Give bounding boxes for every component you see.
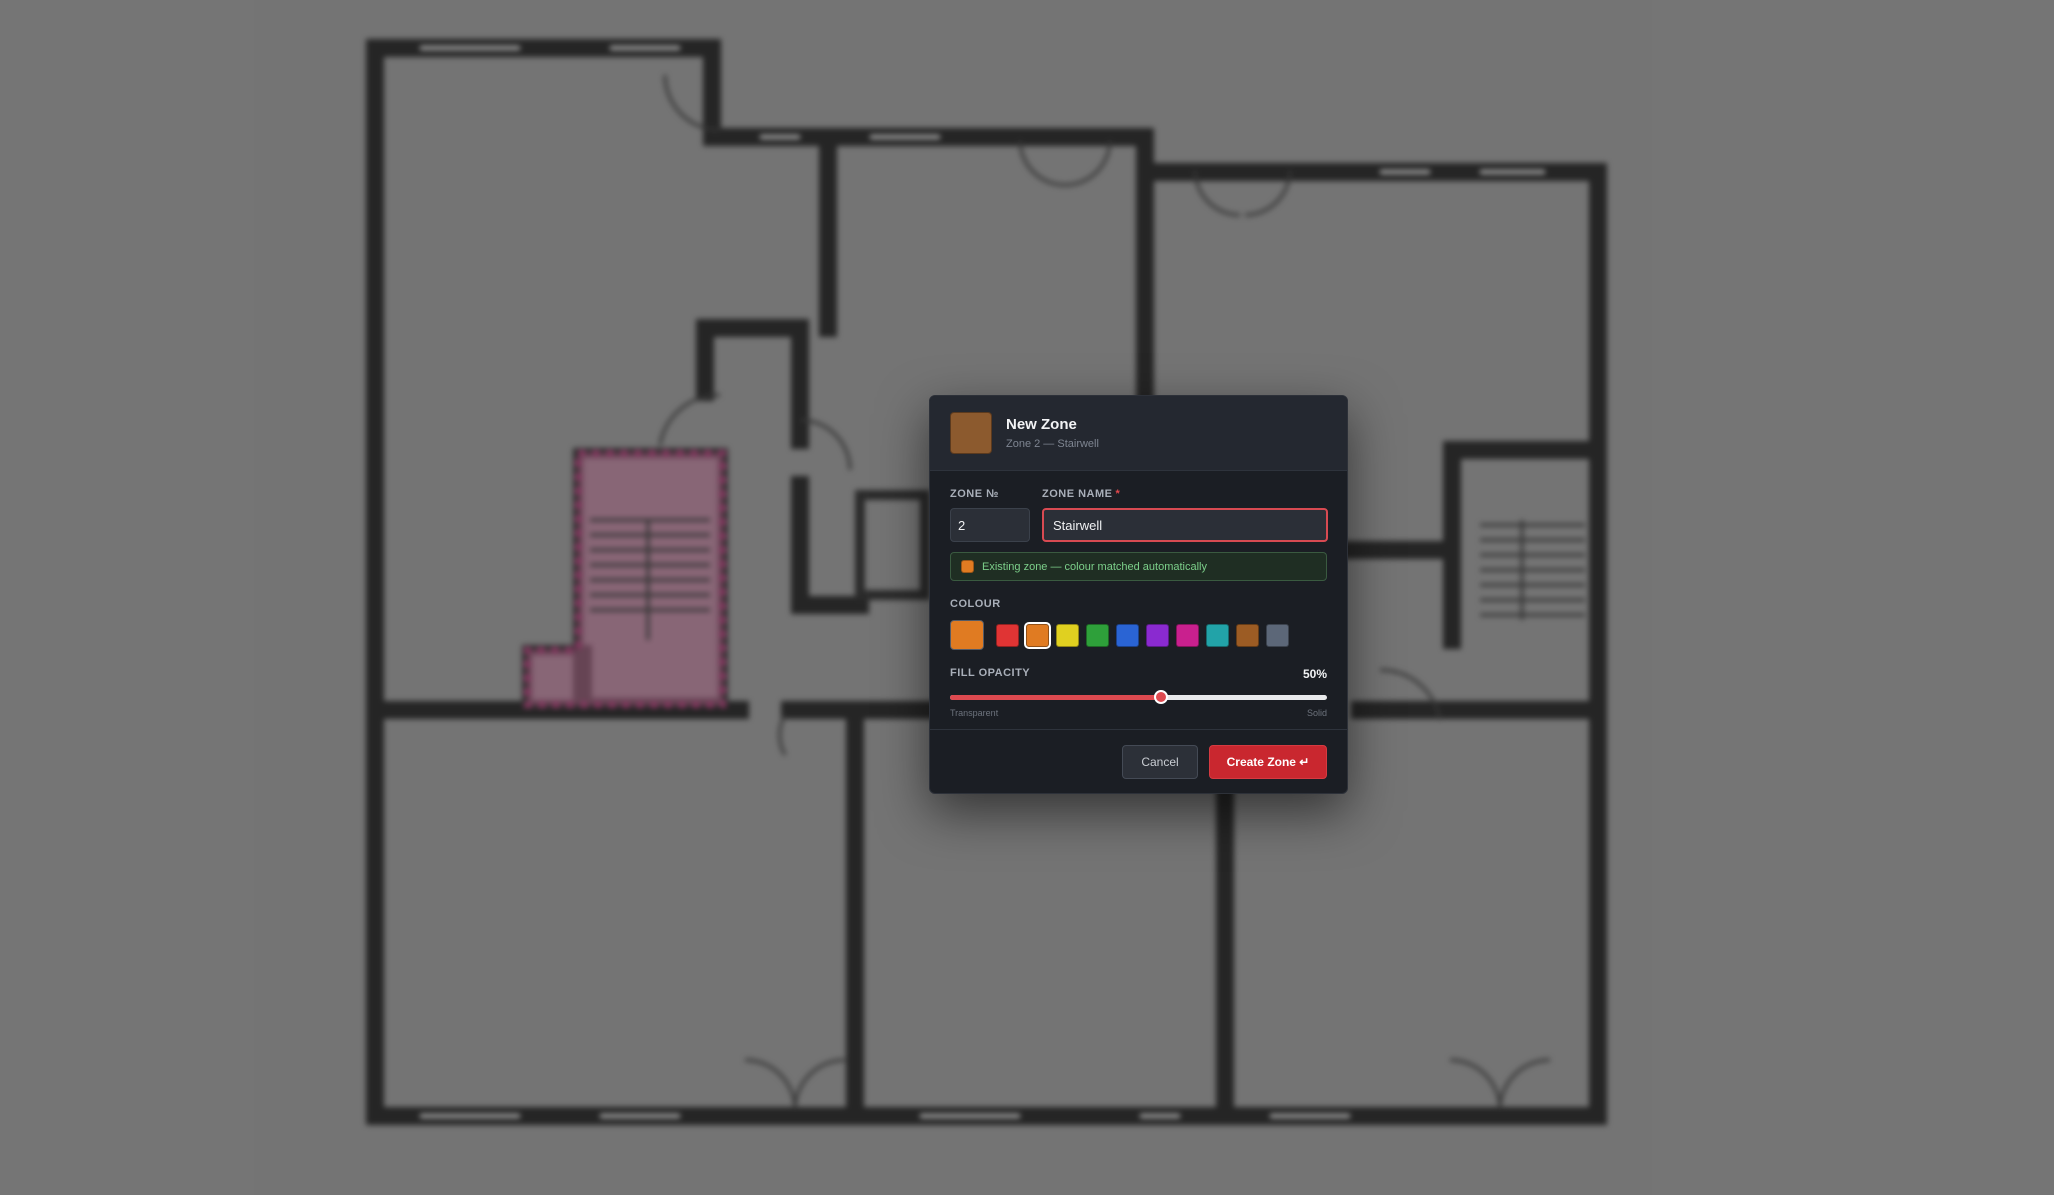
zone-name-label-text: ZONE NAME [1042, 488, 1113, 500]
fill-opacity-value: 50% [1302, 667, 1327, 681]
zone-fields-row: ZONE № ZONE NAME* [950, 488, 1328, 542]
zone-number-group: ZONE № [950, 488, 1030, 542]
colour-swatch[interactable] [996, 623, 1019, 647]
colour-swatch[interactable] [1236, 623, 1259, 647]
dialog-body: ZONE № ZONE NAME* Existing zone — colour… [930, 471, 1347, 718]
dialog-header: New Zone Zone 2 — Stairwell [930, 396, 1347, 471]
zone-color-preview [950, 412, 992, 454]
matched-color-dot [961, 560, 974, 573]
colour-label: COLOUR [950, 598, 1001, 610]
zone-name-group: ZONE NAME * [1042, 488, 1328, 542]
colour-swatch[interactable] [1146, 623, 1169, 647]
fill-opacity-label: FILL OPACITY [950, 667, 1031, 679]
colour-picker [950, 620, 1327, 650]
slider-min-label: Transparent [950, 708, 999, 718]
zone-number-label: ZONE № [950, 488, 999, 500]
colour-swatch[interactable] [1176, 623, 1199, 647]
zone-name-label: ZONE NAME * [1042, 488, 1328, 502]
new-zone-dialog: New Zone Zone 2 — Stairwell ZONE № ZONE … [929, 395, 1348, 794]
colour-palette [996, 621, 1296, 649]
create-zone-button[interactable]: Create Zone ↵ [1209, 744, 1327, 779]
colour-swatch[interactable] [1024, 621, 1051, 649]
current-colour-swatch[interactable] [950, 620, 984, 650]
zone-name-input[interactable] [1042, 508, 1328, 542]
colour-swatch[interactable] [1056, 623, 1079, 647]
fill-opacity-slider[interactable] [950, 690, 1327, 704]
zone-match-message: Existing zone — colour matched automatic… [982, 560, 1207, 573]
slider-end-labels: Transparent Solid [950, 708, 1327, 718]
dialog-subtitle: Zone 2 — Stairwell [1006, 438, 1099, 450]
colour-swatch[interactable] [1116, 623, 1139, 647]
colour-swatch[interactable] [1086, 623, 1109, 647]
header-text: New Zone Zone 2 — Stairwell [1006, 416, 1099, 450]
slider-thumb[interactable] [1154, 690, 1169, 704]
cancel-button[interactable]: Cancel [1122, 744, 1198, 779]
slider-fill [950, 695, 1162, 700]
zone-number-input[interactable] [950, 508, 1030, 542]
colour-swatch[interactable] [1266, 623, 1289, 647]
slider-max-label: Solid [1306, 708, 1327, 718]
dialog-title: New Zone [1006, 416, 1077, 433]
dialog-footer: Cancel Create Zone ↵ [930, 729, 1347, 793]
zone-match-banner: Existing zone — colour matched automatic… [950, 552, 1327, 581]
opacity-header: FILL OPACITY 50% [950, 667, 1327, 681]
colour-swatch[interactable] [1206, 623, 1229, 647]
required-indicator: * [1115, 488, 1121, 500]
